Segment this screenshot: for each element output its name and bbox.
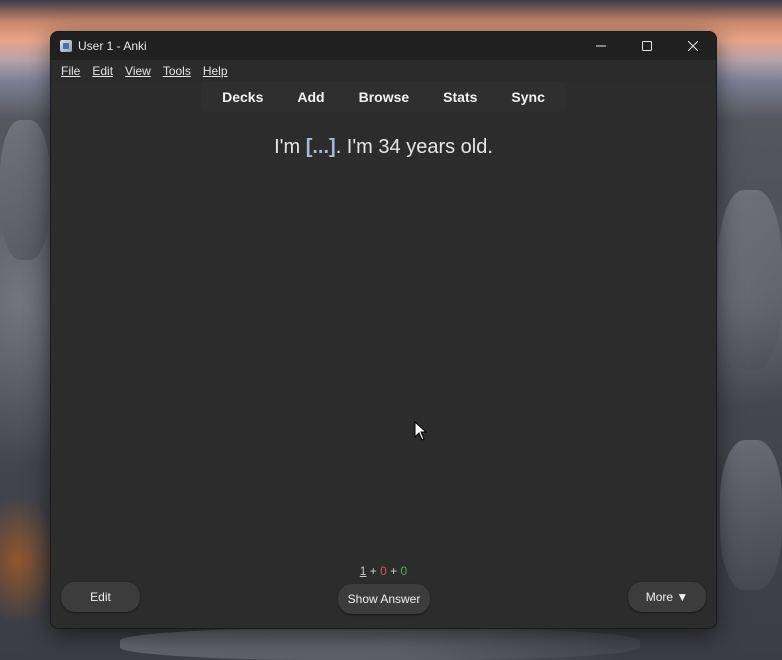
more-button[interactable]: More ▼ — [628, 582, 706, 612]
menu-tools-label: Tools — [162, 64, 191, 78]
wallpaper-rock — [720, 440, 782, 590]
count-separator: + — [366, 564, 381, 578]
menu-view-label: View — [125, 64, 151, 78]
menu-tools[interactable]: Tools — [157, 64, 197, 78]
wallpaper-rock — [718, 190, 782, 370]
mouse-cursor-icon — [414, 421, 428, 441]
window-title: User 1 - Anki — [78, 39, 147, 53]
close-button[interactable] — [670, 32, 716, 60]
toolbar-stats[interactable]: Stats — [426, 89, 494, 105]
card-text-suffix: . I'm 34 years old. — [335, 136, 493, 158]
toolbar-browse[interactable]: Browse — [342, 89, 427, 105]
edit-button[interactable]: Edit — [61, 582, 140, 612]
cloze-deletion: [...] — [305, 136, 336, 158]
card-question: I'm [...]. I'm 34 years old. — [51, 136, 716, 159]
maximize-icon — [642, 41, 652, 51]
menu-edit[interactable]: Edit — [86, 64, 119, 78]
toolbar-links: Decks Add Browse Stats Sync — [201, 82, 566, 112]
menu-file[interactable]: File — [55, 64, 86, 78]
minimize-button[interactable] — [578, 32, 624, 60]
main-toolbar: Decks Add Browse Stats Sync — [51, 82, 716, 112]
menu-help-label: Help — [202, 64, 228, 78]
menu-view[interactable]: View — [119, 64, 157, 78]
toolbar-add[interactable]: Add — [280, 89, 341, 105]
show-answer-button[interactable]: Show Answer — [338, 584, 430, 614]
count-separator: + — [386, 564, 401, 578]
title-bar[interactable]: User 1 - Anki — [51, 32, 716, 60]
review-count: 0 — [400, 564, 408, 578]
anki-app-icon — [60, 40, 72, 52]
learn-count: 0 — [380, 564, 387, 578]
wallpaper-rock — [120, 628, 640, 660]
close-icon — [688, 41, 698, 51]
menu-file-label: File — [61, 64, 81, 78]
menu-bar: File Edit View Tools Help — [51, 60, 716, 82]
wallpaper-rock — [0, 120, 50, 260]
toolbar-decks[interactable]: Decks — [205, 89, 280, 105]
menu-help[interactable]: Help — [197, 64, 234, 78]
toolbar-sync[interactable]: Sync — [494, 89, 561, 105]
menu-edit-label: Edit — [92, 64, 114, 78]
card-text-prefix: I'm — [274, 136, 306, 158]
anki-window: User 1 - Anki File Edit View Tools Help … — [50, 31, 717, 629]
minimize-icon — [596, 45, 606, 47]
maximize-button[interactable] — [624, 32, 670, 60]
window-controls — [578, 32, 716, 60]
review-bottom-bar: 1 + 0 + 0 Edit Show Answer More ▼ — [51, 562, 716, 628]
due-counts: 1 + 0 + 0 — [51, 564, 716, 578]
